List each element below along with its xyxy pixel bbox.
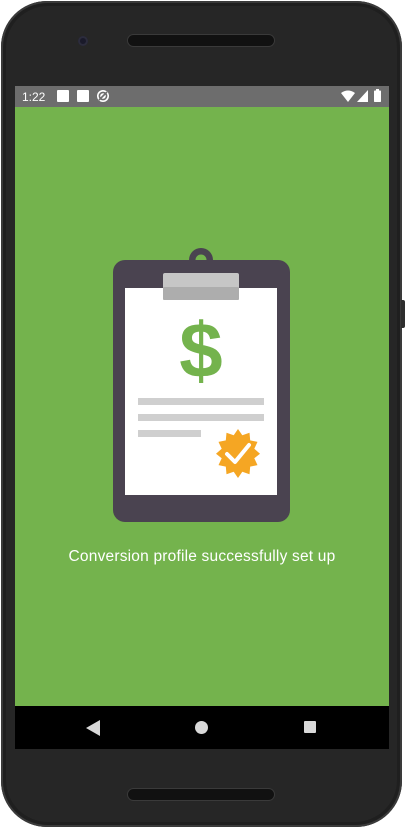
- top-speaker: [128, 35, 274, 46]
- success-message: Conversion profile successfully set up: [68, 548, 336, 565]
- text-line: [138, 398, 264, 405]
- bottom-speaker: [128, 789, 274, 800]
- back-icon[interactable]: [86, 720, 100, 736]
- status-time: 1:22: [22, 90, 46, 104]
- text-line: [138, 430, 201, 437]
- front-camera: [78, 36, 88, 46]
- clipboard-illustration: $: [113, 248, 290, 522]
- navigation-bar: [15, 706, 389, 749]
- volume-button: [401, 300, 405, 328]
- text-line: [138, 414, 264, 421]
- dollar-icon: $: [179, 306, 222, 394]
- home-icon[interactable]: [195, 721, 208, 734]
- app-screen: 1:22 $ Conversion profile successfully s…: [15, 86, 389, 748]
- recents-icon[interactable]: [304, 721, 316, 733]
- battery-icon: [374, 89, 381, 102]
- signal-icon: [357, 90, 368, 102]
- notification-square-icon: [77, 90, 89, 102]
- notification-square-icon: [57, 90, 69, 102]
- wifi-icon: [341, 90, 355, 102]
- status-bar: 1:22: [15, 86, 389, 107]
- sync-icon: [97, 90, 109, 102]
